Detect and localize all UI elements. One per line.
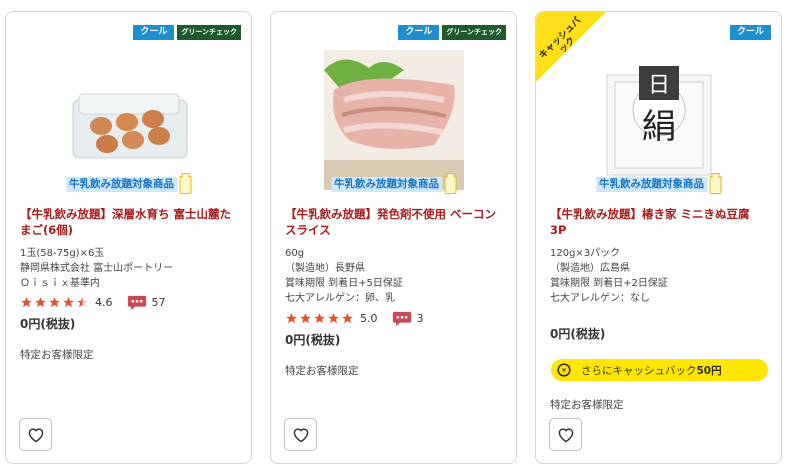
comment-count[interactable]: 3 (417, 312, 424, 325)
badge-group: クール グリーンチェック (398, 25, 506, 40)
product-info: 60g （製造地）長野県 賞味期限 到着日+5日保証 七大アレルゲン：卵、乳 (285, 248, 403, 304)
product-info: 120g×3パック （製造地）広島県 賞味期限 到着日+2日保証 七大アレルゲン… (550, 248, 668, 304)
rating-value: 5.0 (360, 312, 378, 325)
milk-banner: 牛乳飲み放題対象商品 (596, 172, 721, 194)
svg-text:絹: 絹 (642, 107, 676, 147)
green-check-badge: グリーンチェック (177, 25, 241, 40)
star-icon (63, 297, 74, 308)
star-icon (286, 313, 297, 324)
comment-icon[interactable] (127, 295, 147, 310)
star-icon (21, 297, 32, 308)
heart-icon (558, 427, 573, 442)
bacon-image[interactable] (323, 50, 464, 190)
svg-text:¥: ¥ (562, 366, 566, 374)
milk-banner: 牛乳飲み放題対象商品 (66, 172, 191, 194)
heart-icon (28, 427, 43, 442)
cashback-icon: ¥ (557, 363, 571, 377)
star-icon (342, 313, 353, 324)
limited-note: 特定お客様限定 (285, 365, 359, 377)
cashback-banner: ¥ さらにキャッシュバック50円 (551, 359, 768, 381)
badge-group: クール (729, 25, 771, 40)
cool-badge: クール (398, 25, 440, 40)
comment-icon[interactable] (392, 311, 412, 326)
limited-note: 特定お客様限定 (20, 349, 94, 361)
half-star-icon (77, 297, 88, 308)
product-card[interactable]: キャッシュバック クール 日 絹 牛乳飲み放題対象商品 【牛乳飲み放題】椿き家 … (535, 11, 782, 464)
rating-row: 4.6 57 (20, 295, 166, 310)
product-title[interactable]: 【牛乳飲み放題】深層水育ち 富士山麓たまご(6個) (20, 206, 239, 238)
green-check-badge: グリーンチェック (442, 25, 506, 40)
heart-icon (293, 427, 308, 442)
milk-carton-icon (709, 172, 721, 194)
star-icon (49, 297, 60, 308)
cashback-label: さらにキャッシュバック (581, 364, 697, 377)
product-title[interactable]: 【牛乳飲み放題】椿き家 ミニきぬ豆腐 3P (550, 206, 769, 238)
badge-group: クール グリーンチェック (133, 25, 241, 40)
price: 0円(税抜) (20, 317, 76, 331)
milk-carton-icon (444, 172, 456, 194)
favorite-button[interactable] (284, 418, 317, 451)
egg-carton-image[interactable] (59, 50, 199, 190)
product-info: 1玉(58-75g)×6玉 静岡県株式会社 富士山ポートリー Ｏｉｓｉｘ基準内 (20, 248, 174, 289)
price: 0円(税抜) (550, 327, 606, 341)
product-card[interactable]: クール グリーンチェック 牛乳飲み放題対象商品 【牛乳飲み放題】発色剤不使用 ベ… (270, 11, 517, 464)
price: 0円(税抜) (285, 333, 341, 347)
favorite-button[interactable] (549, 418, 582, 451)
star-icon (35, 297, 46, 308)
cool-badge: クール (729, 25, 771, 40)
product-card[interactable]: クール グリーンチェック 牛乳飲み放題対象商品 【牛乳飲み放題】深層水育ち 富士… (5, 11, 252, 464)
rating-value: 4.6 (95, 296, 113, 309)
product-title[interactable]: 【牛乳飲み放題】発色剤不使用 ベーコンスライス (285, 206, 504, 238)
comment-count[interactable]: 57 (152, 296, 166, 309)
star-icon (328, 313, 339, 324)
favorite-button[interactable] (19, 418, 52, 451)
milk-banner: 牛乳飲み放題対象商品 (331, 172, 456, 194)
tofu-pack-image[interactable]: 日 絹 (589, 50, 729, 190)
svg-text:日: 日 (647, 73, 669, 98)
rating-row: 5.0 3 (285, 311, 424, 326)
milk-carton-icon (179, 172, 191, 194)
cashback-amount: 50円 (696, 364, 722, 377)
cool-badge: クール (133, 25, 175, 40)
limited-note: 特定お客様限定 (550, 399, 624, 411)
star-icon (300, 313, 311, 324)
star-icon (314, 313, 325, 324)
